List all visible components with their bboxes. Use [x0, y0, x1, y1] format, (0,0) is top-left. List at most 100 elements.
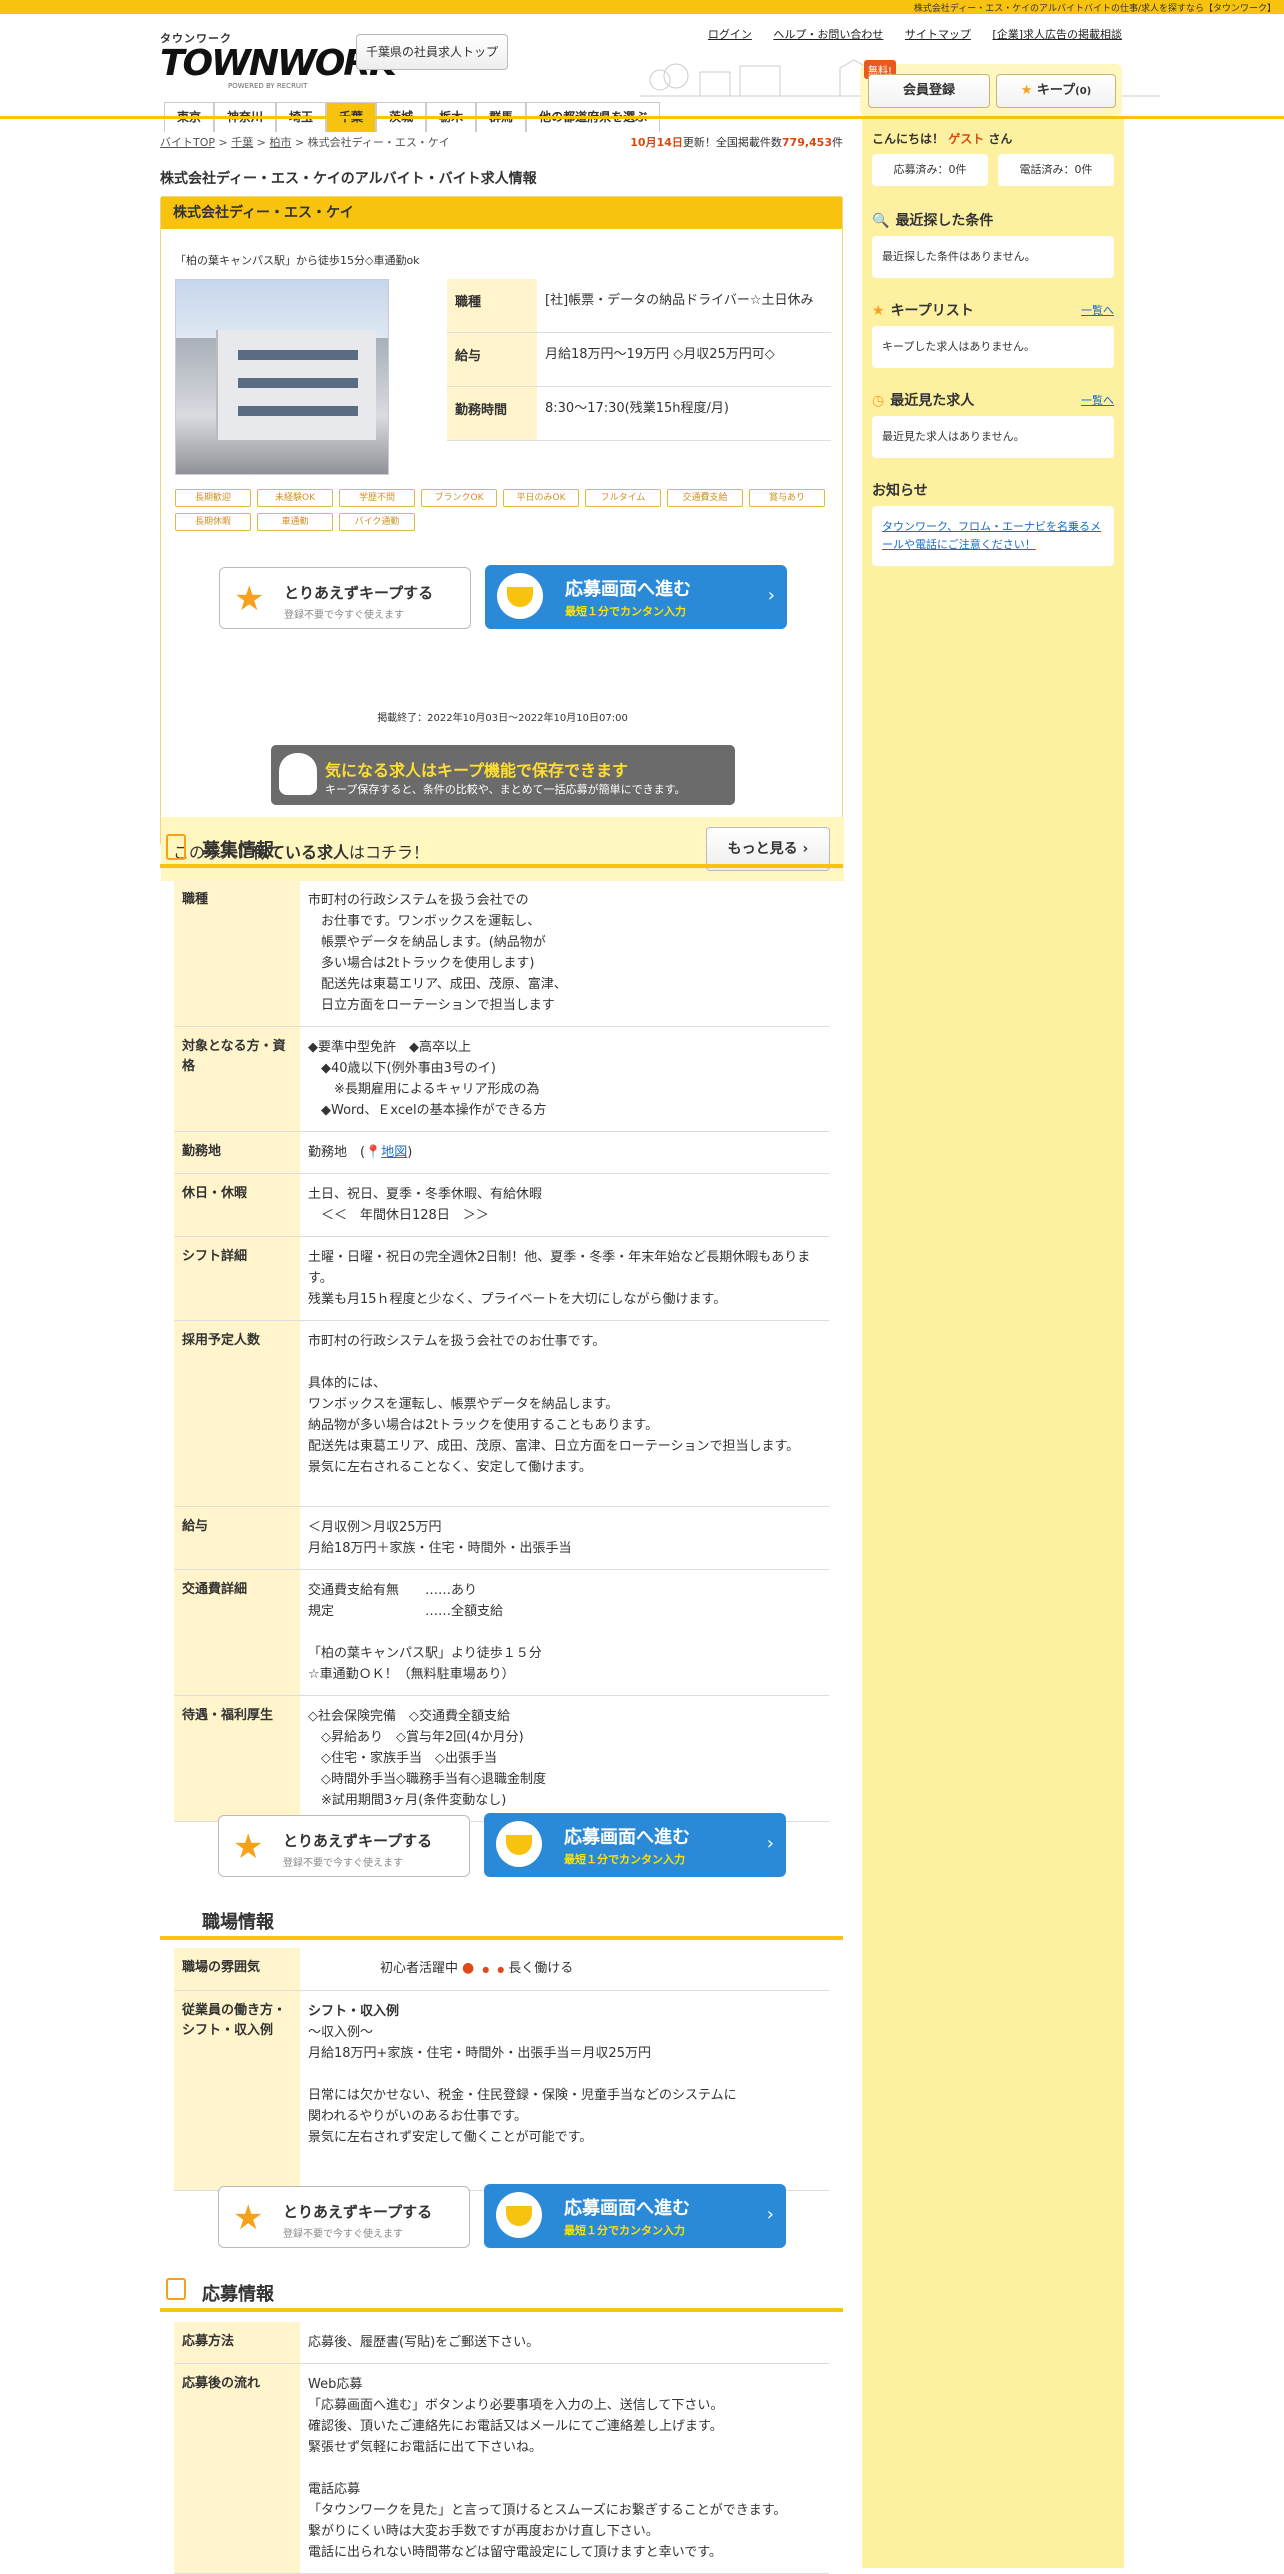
keep-cta-title: とりあえずキープする [284, 584, 434, 602]
apply-cta-button[interactable]: 応募画面へ進む 最短１分でカンタン入力 › [484, 2184, 786, 2248]
table-row: 勤務地 勤務地 (📍地図) [174, 1132, 829, 1174]
table-row: 採用予定人数 市町村の行政システムを扱う会社でのお仕事です。 具体的には、 ワンボ… [174, 1321, 829, 1507]
summary-row: 勤務時間 8:30～17:30(残業15h程度/月) [447, 387, 831, 441]
map-link[interactable]: 地図 [381, 1145, 407, 1160]
catch-copy: 「柏の葉キャンパス駅」から徒歩15分◇車通勤ok [175, 254, 420, 267]
row-key: 応募後の流れ [174, 2364, 300, 2573]
keep-star-icon: ★ [1020, 83, 1033, 98]
login-link[interactable]: ログイン [708, 28, 752, 41]
row-value: 土日、祝日、夏季・冬季休暇、有給休暇 ＜＜ 年間休日128日 ＞＞ [308, 1187, 543, 1223]
keep-banner-sub: キープ保存すると、条件の比較や、まとめて一括応募が簡単にできます。 [325, 783, 686, 796]
member-register-button[interactable]: 会員登録 [868, 74, 990, 108]
boshu-title: 募集情報 [202, 840, 274, 861]
map-pin-icon: 📍 [365, 1145, 382, 1160]
member-box: 無料! 会員登録 ★ キープ(0) [860, 60, 1122, 116]
row-value: ◆要準中型免許 ◆高卒以上 ◆40歳以下(例外事由3号のイ) ※長期雇用によるキ… [308, 1040, 547, 1118]
feature-tag: 学歴不問 [339, 489, 415, 507]
recent-search-heading: 🔍 最近探した条件 [872, 210, 993, 230]
row-key: 勤務地 [174, 1132, 300, 1173]
keep-list-link[interactable]: 一覧へ [1081, 302, 1114, 318]
crumb-kashiwa[interactable]: 柏市 [269, 136, 291, 149]
keep-list-box: キープした求人はありません。 [872, 326, 1114, 368]
row-value: 交通費支給有無 ……あり 規定 ……全額支給 「柏の葉キャンパス駅」より徒歩１５… [308, 1583, 542, 1682]
table-row: 給与 ＜月収例＞月収25万円 月給18万円＋家族・住宅・時間外・出張手当 [174, 1507, 829, 1570]
work-text: ～収入例～ 月給18万円+家族・住宅・時間外・出張手当＝月収25万円 日常には欠… [308, 2025, 737, 2145]
logo-word: TOWNWORK [160, 43, 397, 84]
crumb-top[interactable]: バイトTOP [160, 136, 215, 149]
apply-cta-sub: 最短１分でカンタン入力 [564, 2224, 685, 2237]
update-info: 10月14日更新！全国掲載件数779,453件 [630, 134, 843, 150]
keep-cta-title: とりあえずキープする [283, 2203, 433, 2221]
clipboard-icon [166, 834, 186, 860]
top-strip-text: 株式会社ディー・エス・ケイのアルバイトバイトの仕事/求人を探すなら【タウンワーク… [913, 4, 1276, 14]
crumb-chiba[interactable]: 千葉 [231, 136, 253, 149]
job-summary: 職種 [社]帳票・データの納品ドライバー☆土日休み 給与 月給18万円～19万円 ◇… [447, 279, 831, 441]
recent-search-box: 最近探した条件はありません。 [872, 236, 1114, 278]
summary-row: 職種 [社]帳票・データの納品ドライバー☆土日休み [447, 279, 831, 333]
table-row: 対象となる方・資格 ◆要準中型免許 ◆高卒以上 ◆40歳以下(例外事由3号のイ) … [174, 1027, 829, 1132]
star-icon: ★ [233, 2198, 264, 2238]
keep-banner-title: 気になる求人はキープ機能で保存できます [325, 761, 629, 780]
keep-cta-button[interactable]: ★ とりあえずキープする 登録不要で今すぐ使えます [219, 567, 471, 629]
summary-key: 職種 [447, 279, 537, 332]
recent-view-heading: ◷ 最近見た求人 [872, 390, 974, 410]
table-row: 従業員の働き方・シフト・収入例 シフト・収入例 ～収入例～ 月給18万円+家族・住… [174, 1991, 829, 2191]
bird-mascot-icon [497, 573, 543, 619]
row-key: 対象となる方・資格 [174, 1027, 300, 1131]
posting-period: 掲載終了：2022年10月03日～2022年10月10日07:00 [377, 713, 628, 724]
table-row: 職種 市町村の行政システムを扱う会社での お仕事です。ワンボックスを運転し、 帳票… [174, 880, 829, 1027]
keep-cta-button[interactable]: ★ とりあえずキープする 登録不要で今すぐ使えます [218, 1815, 470, 1877]
breadcrumb: バイトTOP > 千葉 > 柏市 > 株式会社ディー・エス・ケイ [160, 136, 450, 149]
row-key: 待遇・福利厚生 [174, 1696, 300, 1821]
summary-row: 給与 月給18万円～19万円 ◇月収25万円可◇ [447, 333, 831, 387]
boshu-section-header: 募集情報 [160, 828, 843, 868]
keep-button[interactable]: ★ キープ(0) [996, 74, 1116, 108]
keep-list-title: キープリスト [890, 303, 974, 319]
sitemap-link[interactable]: サイトマップ [905, 28, 971, 41]
feature-tag: 平日のみOK [503, 489, 579, 507]
keep-banner[interactable]: 気になる求人はキープ機能で保存できます キープ保存すると、条件の比較や、まとめて… [271, 745, 735, 805]
row-key: 採用予定人数 [174, 1321, 300, 1506]
atmos-right: 長く働ける [508, 1961, 574, 1976]
star-icon: ★ [234, 579, 265, 619]
apply-cta-title: 応募画面へ進む [565, 579, 691, 600]
oubo-table: 応募方法 応募後、履歴書(写貼)をご郵送下さい。 応募後の流れ Web応募 「応募画… [174, 2322, 829, 2574]
update-text: 更新！全国掲載件数 [682, 136, 782, 149]
row-key: 職場の雰囲気 [174, 1948, 300, 1990]
recent-view-link[interactable]: 一覧へ [1081, 392, 1114, 408]
summary-value: [社]帳票・データの納品ドライバー☆土日休み [545, 293, 814, 308]
recent-view-box: 最近見た求人はありません。 [872, 416, 1114, 458]
total-count: 779,453 [781, 136, 832, 149]
keep-cta-button[interactable]: ★ とりあえずキープする 登録不要で今すぐ使えます [218, 2186, 470, 2248]
keep-cta-sub: 登録不要で今すぐ使えます [283, 1858, 403, 1869]
row-key: 給与 [174, 1507, 300, 1569]
apply-cta-title: 応募画面へ進む [564, 1827, 690, 1848]
apply-cta-button[interactable]: 応募画面へ進む 最短１分でカンタン入力 › [484, 1813, 786, 1877]
bird-mascot-icon [496, 2192, 542, 2238]
company-box: 株式会社ディー・エス・ケイ 「柏の葉キャンパス駅」から徒歩15分◇車通勤ok 職… [160, 196, 844, 881]
row-value: 土曜・日曜・祝日の完全週休2日制！他、夏季・冬季・年末年始など長期休暇もあります… [308, 1250, 811, 1307]
row-value: ◇社会保険完備 ◇交通費全額支給 ◇昇給あり ◇賞与年2回(4か月分) ◇住宅・… [308, 1709, 546, 1808]
summary-key: 給与 [447, 333, 537, 386]
row-value: 市町村の行政システムを扱う会社でのお仕事です。 具体的には、 ワンボックスを運転… [308, 1334, 800, 1475]
table-row: 待遇・福利厚生 ◇社会保険完備 ◇交通費全額支給 ◇昇給あり ◇賞与年2回(4か月… [174, 1696, 829, 1822]
apply-cta-title: 応募画面へ進む [564, 2198, 690, 2219]
ad-consult-link[interactable]: [企業]求人広告の掲載相談 [992, 28, 1122, 41]
help-link[interactable]: ヘルプ・お問い合わせ [773, 28, 883, 41]
pref-top-button[interactable]: 千葉県の社員求人トップ [356, 34, 508, 70]
townwork-logo[interactable]: タウンワーク TOWNWORK POWERED BY RECRUIT [160, 30, 397, 90]
apply-cta-sub: 最短１分でカンタン入力 [564, 1853, 685, 1866]
keep-button-label: キープ [1036, 83, 1076, 98]
feature-tag: 車通勤 [257, 513, 333, 531]
table-row: 交通費詳細 交通費支給有無 ……あり 規定 ……全額支給 「柏の葉キャンパス駅」よ… [174, 1570, 829, 1696]
bird-mascot-icon [496, 1821, 542, 1867]
apply-cta-button[interactable]: 応募画面へ進む 最短１分でカンタン入力 › [485, 565, 787, 629]
row-value: 勤務地 (📍地図) [308, 1145, 413, 1160]
apply-cta-sub: 最短１分でカンタン入力 [565, 605, 686, 618]
row-key: 応募方法 [174, 2322, 300, 2363]
feature-tag: 長期休暇 [175, 513, 251, 531]
notice-link[interactable]: タウンワーク、フロム・エーナビを名乗るメールや電話にご注意ください！ [882, 520, 1101, 551]
chevron-right-icon: › [766, 1833, 774, 1854]
table-row: シフト詳細 土曜・日曜・祝日の完全週休2日制！他、夏季・冬季・年末年始など長期休暇… [174, 1237, 829, 1321]
called-count: 電話済み：0件 [998, 154, 1114, 186]
